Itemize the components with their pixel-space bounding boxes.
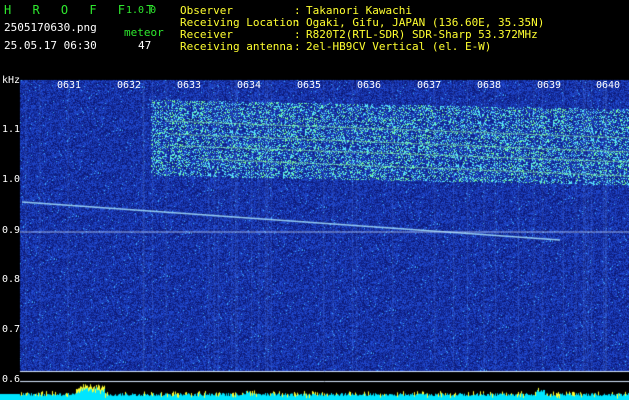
app-version: 1.0.0 (126, 5, 157, 16)
x-tick-label: 0639 (537, 80, 562, 91)
y-tick-label: 0.9 (2, 225, 21, 236)
x-tick-label: 0632 (117, 80, 142, 91)
info-key-antenna: Receiving antenna (180, 40, 293, 53)
y-tick-label: 1.1 (2, 124, 21, 135)
x-tick-label: 0633 (177, 80, 202, 91)
x-tick-label: 0640 (596, 80, 621, 91)
x-tick-label: 0637 (417, 80, 442, 91)
header-panel: H R O F F T 1.0.0 2505170630.png 25.05.1… (0, 0, 629, 76)
y-tick-label: 0.8 (2, 274, 21, 285)
x-tick-label: 0634 (237, 80, 262, 91)
info-sep: : (294, 40, 301, 53)
x-tick-label: 0635 (297, 80, 322, 91)
y-tick-label: 0.6 (2, 374, 21, 385)
x-tick-label: 0638 (477, 80, 502, 91)
info-value-antenna: 2el-HB9CV Vertical (el. E-W) (306, 40, 492, 53)
file-datetime: 25.05.17 06:30 (4, 39, 97, 52)
y-tick-label: 1.0 (2, 174, 21, 185)
meteor-count: 47 (138, 39, 152, 52)
spectrogram-canvas (0, 76, 629, 400)
y-unit-label: kHz (2, 75, 21, 86)
y-tick-label: 0.7 (2, 324, 21, 335)
meteor-label: meteor (124, 26, 164, 39)
file-name: 2505170630.png (4, 21, 97, 34)
x-tick-label: 0636 (357, 80, 382, 91)
x-tick-label: 0631 (57, 80, 82, 91)
